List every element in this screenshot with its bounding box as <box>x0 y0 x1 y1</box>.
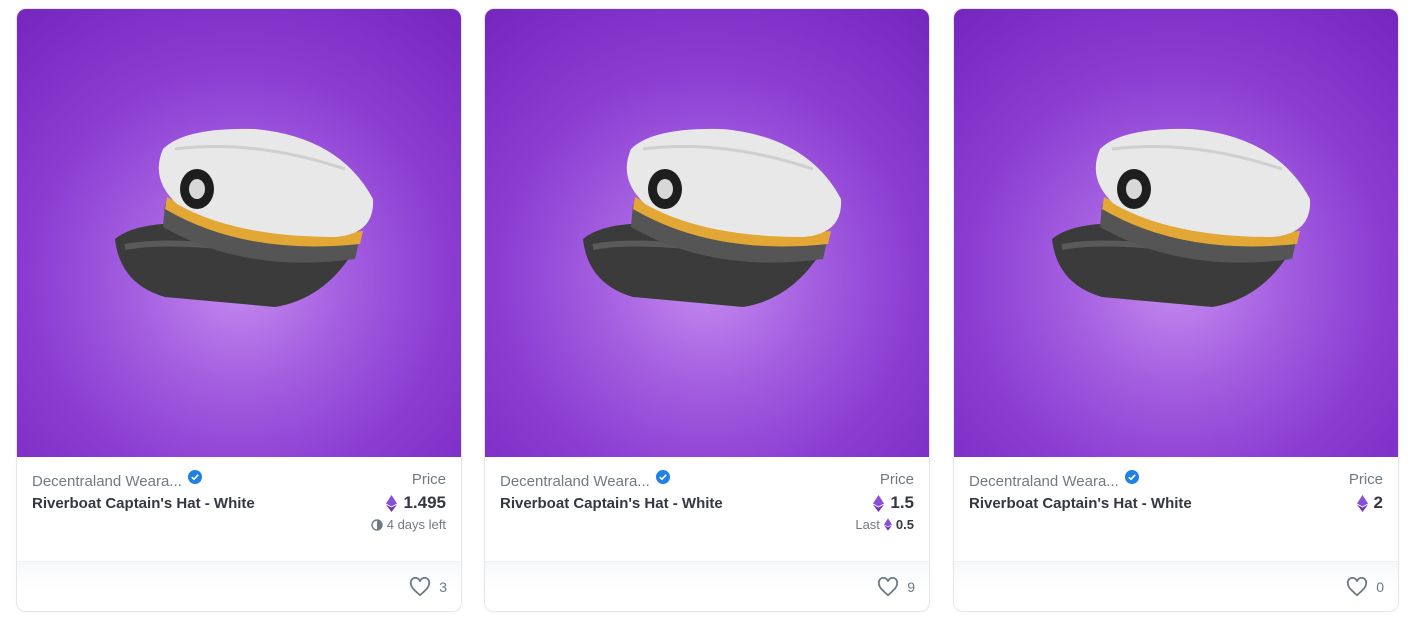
price-value: 1.495 <box>371 493 446 513</box>
heart-icon[interactable] <box>409 576 431 597</box>
collection-link[interactable]: Decentraland Weara... <box>32 470 262 491</box>
last-sale: Last 0.5 <box>855 517 914 532</box>
card-info: Decentraland Weara... Riverboat Captain'… <box>954 457 1398 563</box>
like-count: 3 <box>439 578 447 595</box>
price-value: 1.5 <box>855 493 914 513</box>
nft-image[interactable] <box>17 9 461 457</box>
nft-card[interactable]: Decentraland Weara... Riverboat Captain'… <box>484 8 930 612</box>
price-amount: 1.495 <box>403 493 446 512</box>
collection-name[interactable]: Decentraland Weara... <box>500 473 650 490</box>
like-count: 9 <box>907 578 915 595</box>
time-left-text: 4 days left <box>386 517 446 532</box>
item-name[interactable]: Riverboat Captain's Hat - White <box>969 493 1199 515</box>
card-footer: 3 <box>17 561 461 611</box>
nft-image[interactable] <box>954 9 1398 457</box>
verified-badge-icon <box>655 470 670 484</box>
clock-icon <box>371 518 383 531</box>
nft-card[interactable]: Decentraland Weara... Riverboat Captain'… <box>953 8 1399 612</box>
price-amount: 1.5 <box>890 493 914 512</box>
item-name[interactable]: Riverboat Captain's Hat - White <box>500 493 730 515</box>
time-left: 4 days left <box>371 517 446 532</box>
card-info: Decentraland Weara... Riverboat Captain'… <box>485 457 929 563</box>
captain-hat-image <box>115 128 374 307</box>
captain-hat-image <box>1052 128 1311 307</box>
card-info: Decentraland Weara... Riverboat Captain'… <box>17 457 461 563</box>
heart-icon[interactable] <box>1346 576 1368 597</box>
price-value: 2 <box>1349 493 1383 513</box>
price-label: Price <box>411 471 446 488</box>
nft-grid: Decentraland Weara... Riverboat Captain'… <box>0 0 1413 626</box>
captain-hat-image <box>583 128 842 307</box>
card-footer: 9 <box>485 561 929 611</box>
verified-badge-icon <box>187 470 202 484</box>
verified-badge-icon <box>1124 470 1139 484</box>
price-amount: 2 <box>1373 493 1383 512</box>
ethereum-icon <box>873 494 885 512</box>
nft-card[interactable]: Decentraland Weara... Riverboat Captain'… <box>16 8 462 612</box>
item-name[interactable]: Riverboat Captain's Hat - White <box>32 493 262 515</box>
heart-icon[interactable] <box>877 576 899 597</box>
last-sale-value: 0.5 <box>895 517 914 532</box>
collection-link[interactable]: Decentraland Weara... <box>969 470 1199 491</box>
card-footer: 0 <box>954 561 1398 611</box>
ethereum-icon <box>883 518 892 531</box>
collection-name[interactable]: Decentraland Weara... <box>32 473 182 490</box>
ethereum-icon <box>1356 494 1368 512</box>
price-label: Price <box>879 471 914 488</box>
like-count: 0 <box>1376 578 1384 595</box>
collection-link[interactable]: Decentraland Weara... <box>500 470 730 491</box>
nft-image[interactable] <box>485 9 929 457</box>
ethereum-icon <box>386 494 398 512</box>
price-label: Price <box>1348 471 1383 488</box>
last-sale-label: Last <box>855 517 880 532</box>
collection-name[interactable]: Decentraland Weara... <box>969 473 1119 490</box>
